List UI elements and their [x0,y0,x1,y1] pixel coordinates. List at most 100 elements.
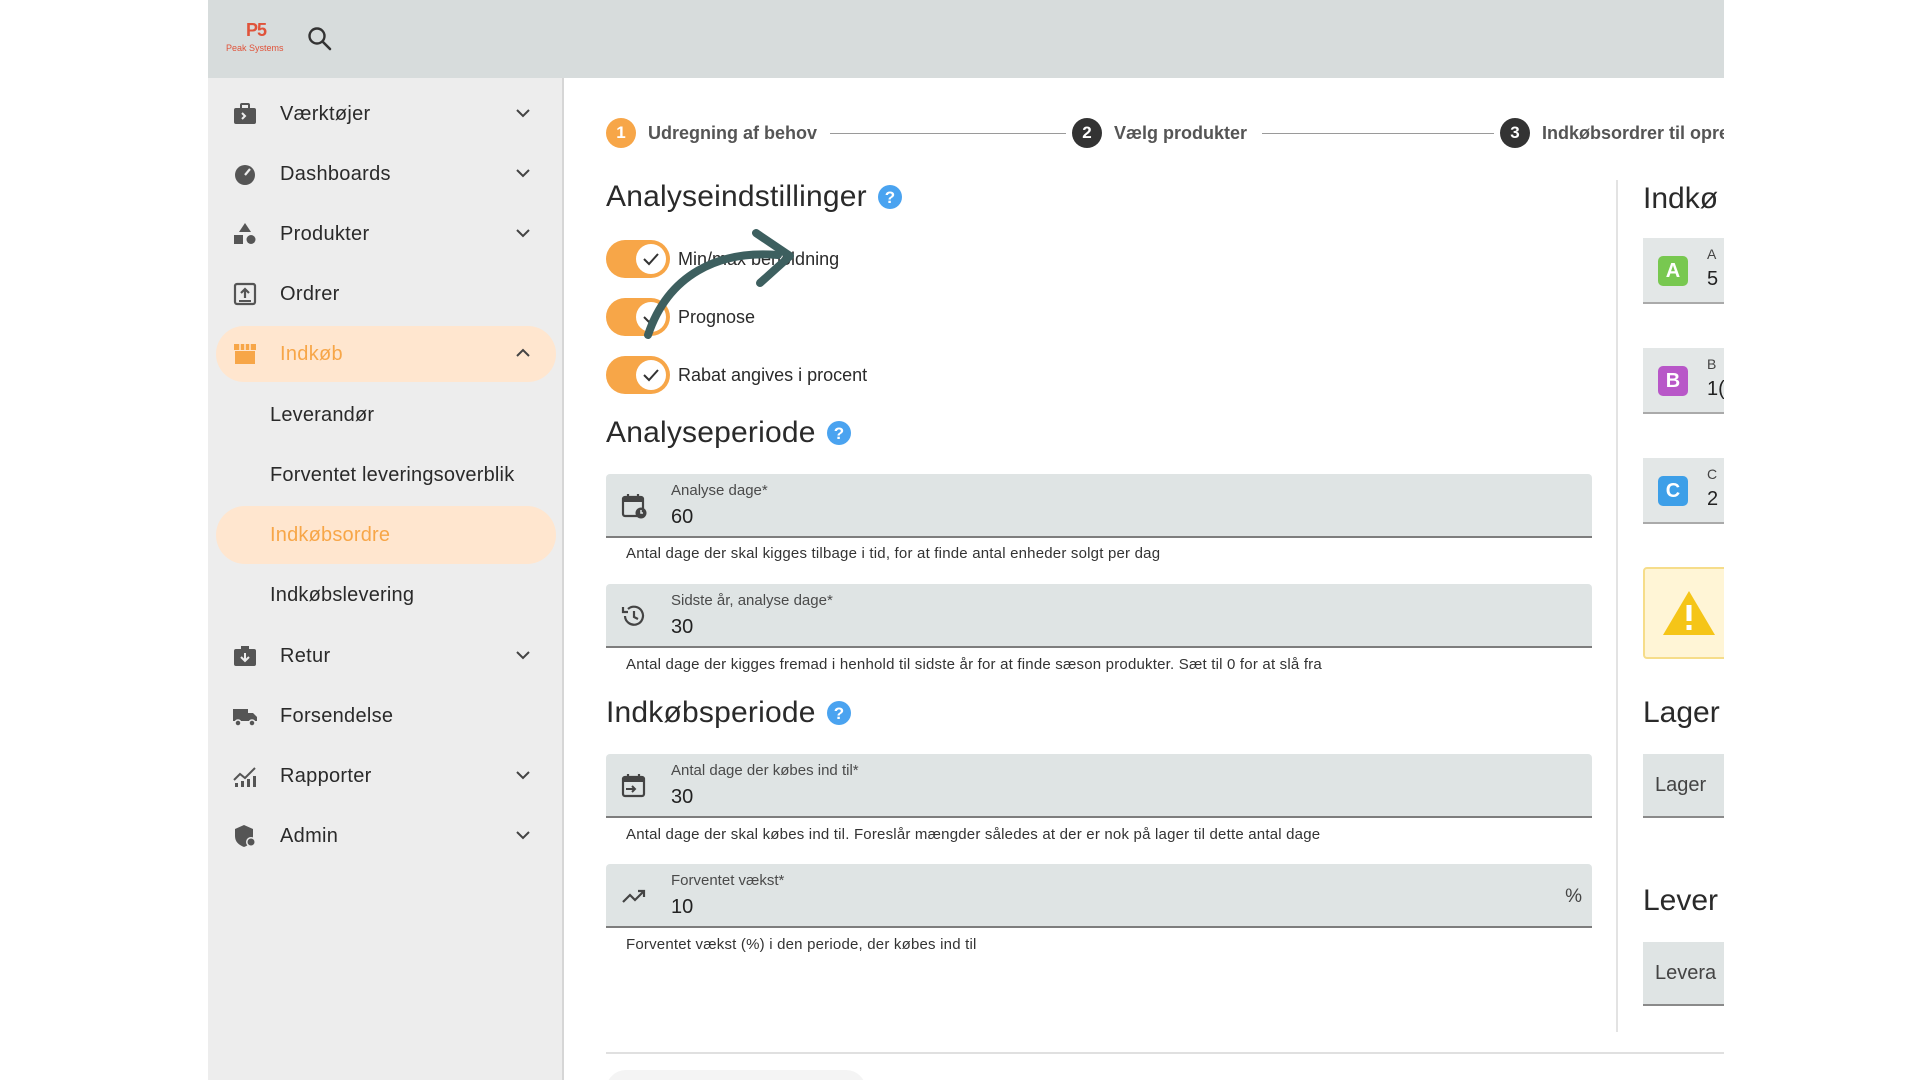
gauge-icon [232,162,258,186]
content-divider [606,1052,1724,1054]
field-label: Analyse dage* [671,482,768,499]
chart-icon [232,764,258,788]
sidebar-subitem-label: Indkøbsordre [270,524,391,546]
antal-dage-koebes-ind-til-field[interactable]: Antal dage der købes ind til* 30 [606,754,1592,818]
category-value: 5 [1707,268,1719,290]
section-title-text: Indkøbsperiode [606,696,816,729]
step-number: 1 [606,118,636,148]
field-hint: Antal dage der skal kigges tilbage i tid… [626,545,1161,562]
percent-suffix: % [1565,886,1582,907]
stepper: 1 Udregning af behov 2 Vælg produkter 3 … [606,118,1724,148]
annotation-arrow [644,229,794,339]
help-icon[interactable]: ? [826,700,852,726]
chevron-down-icon[interactable] [514,828,532,842]
chevron-down-icon[interactable] [514,768,532,782]
field-label: Antal dage der købes ind til* [671,762,859,779]
sidebar-item-retur[interactable]: Retur [216,628,556,684]
right-panel-title: Indkø [1643,182,1719,215]
field-label: Sidste år, analyse dage* [671,592,833,609]
chevron-down-icon[interactable] [514,166,532,180]
brand-logo[interactable]: P5 Peak Systems [224,18,290,58]
sidste-aar-analyse-dage-field[interactable]: Sidste år, analyse dage* 30 [606,584,1592,648]
category-badge: A [1658,256,1688,286]
brand-name: Peak Systems [226,43,284,53]
field-value: 30 [671,616,694,638]
category-card-b[interactable]: B B 1( [1643,348,1724,414]
search-icon[interactable] [306,25,334,53]
category-value: 1( [1707,378,1724,400]
toggle-row-rabat: Rabat angives i procent [606,356,867,394]
category-label: B [1707,356,1717,372]
sidebar-subitem-label: Forventet leveringsoverblik [270,464,515,486]
field-value: 10 [671,896,694,918]
forventet-vaekst-field[interactable]: Forventet vækst* 10 % [606,864,1592,928]
analyse-dage-field[interactable]: Analyse dage* 60 [606,474,1592,538]
step-udregning-af-behov[interactable]: 1 Udregning af behov [606,118,817,148]
bottom-action-button[interactable] [606,1070,866,1080]
category-label: A [1707,246,1717,262]
category-value: 2 [1707,488,1719,510]
sidebar-subitem-forventet-leveringsoverblik[interactable]: Forventet leveringsoverblik [216,446,556,504]
chevron-down-icon[interactable] [514,106,532,120]
help-icon[interactable]: ? [877,184,903,210]
category-card-a[interactable]: A A 5 [1643,238,1724,304]
sidebar-item-produkter[interactable]: Produkter [216,206,556,262]
sidebar-item-label: Rapporter [280,764,372,787]
step-label: Vælg produkter [1114,122,1248,143]
chevron-down-icon[interactable] [514,648,532,662]
sidebar-subitem-label: Leverandør [270,404,375,426]
lager-field[interactable]: Lager [1643,754,1724,818]
category-label: C [1707,466,1718,482]
top-bar: P5 Peak Systems [208,0,1724,78]
svg-text:?: ? [833,424,844,443]
sidebar-item-label: Værktøjer [280,102,371,125]
field-label: Forventet vækst* [671,872,785,889]
section-title-text: Analyseindstillinger [606,180,867,213]
toolbox-icon [232,102,258,126]
sidebar-item-indkoeb[interactable]: Indkøb [216,326,556,382]
warning-card [1643,567,1724,659]
help-icon[interactable]: ? [826,420,852,446]
sidebar-subitem-indkoebslevering[interactable]: Indkøbslevering [216,566,556,624]
sidebar-item-vaerktoejer[interactable]: Værktøjer [216,86,556,142]
step-label: Udregning af behov [648,122,818,143]
step-vaelg-produkter[interactable]: 2 Vælg produkter [1072,118,1247,148]
trending-up-icon [620,882,648,910]
step-number: 3 [1500,118,1530,148]
history-icon [620,602,648,630]
step-connector [830,133,1066,134]
field-placeholder: Levera [1655,962,1717,984]
step-indkoebsordrer[interactable]: 3 Indkøbsordrer til opre [1500,118,1724,148]
category-card-c[interactable]: C C 2 [1643,458,1724,524]
toggle-label: Rabat angives i procent [678,364,868,385]
chevron-up-icon[interactable] [514,346,532,360]
sidebar-subitem-leverandoer[interactable]: Leverandør [216,386,556,444]
toggle-rabat-i-procent[interactable] [606,356,670,394]
truck-icon [232,704,258,728]
step-label: Indkøbsordrer til opre [1542,122,1724,143]
shapes-icon [232,222,258,246]
field-hint: Antal dage der skal købes ind til. Fores… [626,826,1321,843]
brand-mark: P5 [246,20,267,40]
sidebar-subitem-indkoebsordre[interactable]: Indkøbsordre [216,506,556,564]
sidebar-item-rapporter[interactable]: Rapporter [216,748,556,804]
sidebar-item-ordrer[interactable]: Ordrer [216,266,556,322]
sidebar-item-label: Retur [280,644,331,667]
category-badge: B [1658,366,1688,396]
section-title-indkoebsperiode: Indkøbsperiode ? [606,696,852,730]
step-number: 2 [1072,118,1102,148]
leverandoer-field[interactable]: Levera [1643,942,1724,1006]
field-placeholder: Lager [1655,774,1707,796]
section-title-analyseindstillinger: Analyseindstillinger ? [606,180,903,214]
calendar-clock-icon [620,492,648,520]
sidebar-item-label: Indkøb [280,342,343,365]
section-title-text: Analyseperiode [606,416,816,449]
chevron-down-icon[interactable] [514,226,532,240]
field-hint: Antal dage der kigges fremad i henhold t… [626,656,1322,673]
sidebar-item-label: Admin [280,824,339,847]
sidebar-item-label: Forsendelse [280,704,394,727]
sidebar-item-forsendelse[interactable]: Forsendelse [216,688,556,744]
sidebar-item-dashboards[interactable]: Dashboards [216,146,556,202]
store-icon [232,342,258,366]
sidebar-item-admin[interactable]: Admin [216,808,556,864]
